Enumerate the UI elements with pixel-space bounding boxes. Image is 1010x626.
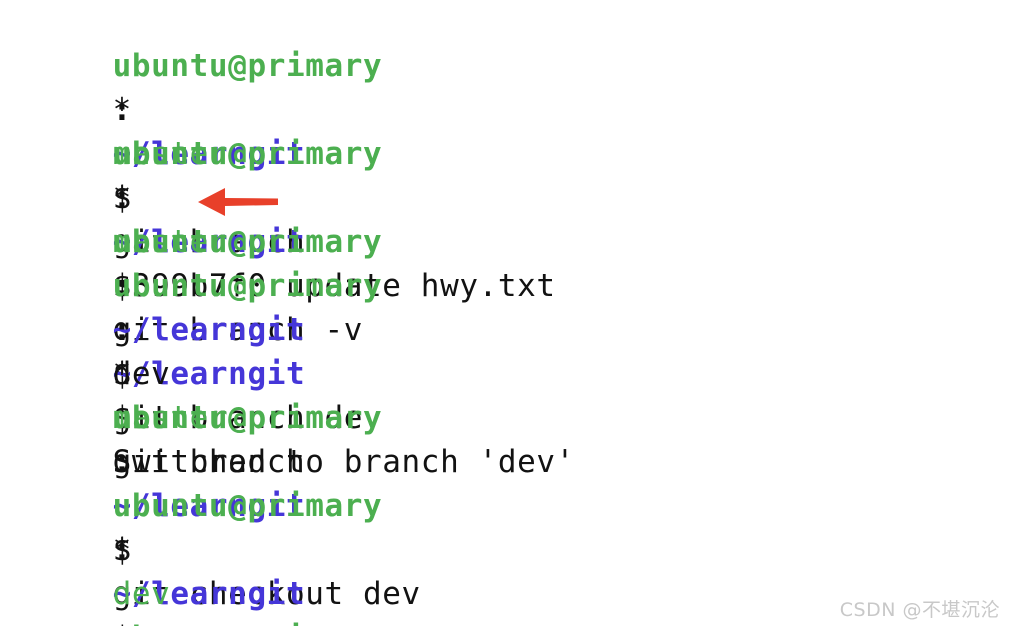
- terminal-line: * master 399b7f0 update hwy.txt: [0, 132, 1010, 304]
- terminal-line: ubuntu@primary : ~/learngit $ git checko…: [0, 352, 1010, 612]
- watermark: CSDN @不堪沉沦: [839, 599, 1000, 621]
- terminal-line: * master: [0, 308, 1010, 436]
- terminal-screenshot: ubuntu@primary : ~/learngit $ git branch…: [0, 0, 1010, 626]
- prompt-user-host: ubuntu@primary: [113, 620, 383, 626]
- terminal-line: * master: [0, 44, 1010, 216]
- terminal-output-area[interactable]: ubuntu@primary : ~/learngit $ git branch…: [0, 0, 1010, 626]
- terminal-line: Switched to branch 'dev': [0, 396, 1010, 480]
- terminal-line: * dev: [0, 484, 1010, 612]
- terminal-line: ubuntu@primary : ~/learngit $ git branch: [0, 0, 1010, 260]
- terminal-line: ubuntu@primary : ~/learngit $ git branch…: [0, 176, 1010, 436]
- terminal-line: ubuntu@primary : ~/learngit $ git branch: [0, 440, 1010, 626]
- terminal-line: ubuntu@primary : ~/learngit $ git branch…: [0, 88, 1010, 348]
- terminal-line: ubuntu@primary : ~/learngit $ git branch: [0, 220, 1010, 480]
- terminal-line: master: [0, 528, 1010, 626]
- terminal-line: dev: [0, 264, 1010, 392]
